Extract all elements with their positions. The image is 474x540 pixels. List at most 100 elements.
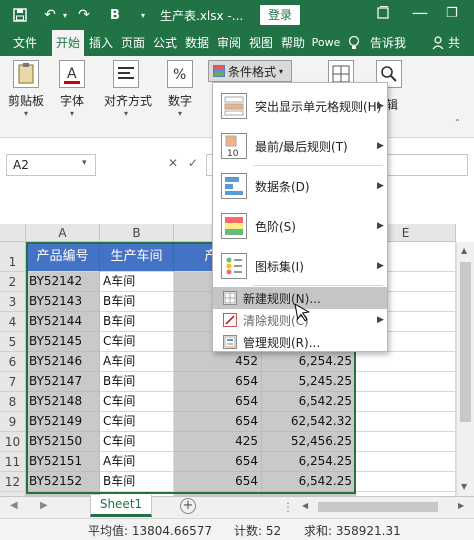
sheet-more-icon[interactable]: ⋮ (282, 500, 294, 514)
tab-page-layout[interactable]: 页面 (118, 30, 148, 56)
tab-power[interactable]: Powe (310, 30, 342, 56)
scroll-up-icon[interactable]: ▲ (461, 246, 467, 255)
undo-icon[interactable]: ↶ (42, 4, 58, 26)
table-cell[interactable]: 5,245.25 (262, 372, 356, 392)
number-group[interactable]: % 数字 ▾ (158, 60, 202, 118)
table-cell[interactable]: 62,542.32 (262, 412, 356, 432)
table-cell[interactable]: 6,254.25 (262, 352, 356, 372)
table-cell[interactable] (356, 352, 456, 372)
table-cell[interactable]: 452 (174, 352, 262, 372)
conditional-format-button[interactable]: 条件格式 ▾ (208, 60, 292, 82)
row-header[interactable]: 11 (0, 452, 26, 472)
chevron-down-icon[interactable]: ▾ (82, 158, 87, 168)
row-header[interactable]: 9 (0, 412, 26, 432)
row-header[interactable]: 2 (0, 272, 26, 292)
table-cell[interactable]: C车间 (100, 392, 174, 412)
tell-me-search[interactable]: 告诉我 (370, 30, 406, 56)
table-cell[interactable]: A车间 (100, 452, 174, 472)
table-cell[interactable]: 654 (174, 452, 262, 472)
table-cell[interactable] (356, 452, 456, 472)
table-cell[interactable] (356, 432, 456, 452)
table-cell[interactable]: BY52147 (26, 372, 100, 392)
row-header[interactable]: 10 (0, 432, 26, 452)
collapse-ribbon-icon[interactable]: ⌃ (454, 118, 461, 127)
scroll-thumb[interactable] (460, 262, 471, 422)
table-cell[interactable]: BY52152 (26, 472, 100, 492)
table-cell[interactable]: B车间 (100, 472, 174, 492)
tab-home[interactable]: 开始 (52, 30, 84, 56)
table-cell[interactable] (356, 392, 456, 412)
table-cell[interactable]: BY52145 (26, 332, 100, 352)
table-cell[interactable]: 425 (174, 432, 262, 452)
table-cell[interactable]: BY52143 (26, 292, 100, 312)
font-group[interactable]: A 字体 ▾ (50, 60, 94, 118)
table-cell[interactable]: BY52149 (26, 412, 100, 432)
menu-item-top-bottom-rules[interactable]: 10 最前/最后规则(T) ▶ (213, 127, 387, 165)
table-cell[interactable]: C车间 (100, 412, 174, 432)
column-header-a[interactable]: A (26, 224, 100, 242)
select-all-corner[interactable] (0, 224, 26, 242)
save-icon[interactable] (10, 4, 30, 26)
sheet-tab-sheet1[interactable]: Sheet1 (90, 495, 152, 517)
user-icon[interactable] (432, 30, 444, 56)
table-cell[interactable]: BY52150 (26, 432, 100, 452)
window-restore-button[interactable]: ❐ (446, 6, 458, 21)
scroll-down-icon[interactable]: ▼ (461, 482, 467, 491)
table-cell[interactable]: BY52146 (26, 352, 100, 372)
tab-data[interactable]: 数据 (182, 30, 212, 56)
table-cell[interactable]: B车间 (100, 292, 174, 312)
row-header[interactable]: 4 (0, 312, 26, 332)
undo-dropdown-icon[interactable]: ▾ (60, 4, 70, 26)
table-cell[interactable]: 654 (174, 472, 262, 492)
horizontal-scrollbar[interactable]: ◀ ▶ (300, 500, 470, 514)
horizontal-scroll-thumb[interactable] (318, 502, 438, 512)
tab-help[interactable]: 帮助 (278, 30, 308, 56)
scroll-right-icon[interactable]: ▶ (458, 501, 464, 510)
table-cell[interactable] (356, 372, 456, 392)
tab-file[interactable]: 文件 (6, 30, 44, 56)
table-cell[interactable]: 6,254.25 (262, 452, 356, 472)
window-minimize-button[interactable]: — (412, 3, 428, 22)
tab-formulas[interactable]: 公式 (150, 30, 180, 56)
table-cell[interactable]: 52,456.25 (262, 432, 356, 452)
menu-item-icon-sets[interactable]: 图标集(I) ▶ (213, 247, 387, 285)
row-header[interactable]: 12 (0, 472, 26, 492)
table-cell[interactable]: B车间 (100, 312, 174, 332)
prev-sheet-icon[interactable]: ◀ (10, 500, 18, 511)
clipboard-group[interactable]: 剪贴板 ▾ (4, 60, 48, 118)
table-header-cell[interactable]: 生产车间 (100, 242, 174, 272)
minimize-icon[interactable] (376, 3, 390, 27)
redo-icon[interactable]: ↷ (76, 4, 92, 26)
tab-insert[interactable]: 插入 (86, 30, 116, 56)
alignment-group[interactable]: 对齐方式 ▾ (104, 60, 152, 118)
table-cell[interactable]: C车间 (100, 332, 174, 352)
table-cell[interactable] (356, 412, 456, 432)
table-cell[interactable]: BY52142 (26, 272, 100, 292)
row-header[interactable]: 3 (0, 292, 26, 312)
table-cell[interactable]: 6,542.25 (262, 392, 356, 412)
menu-item-data-bars[interactable]: 数据条(D) ▶ (213, 167, 387, 205)
tab-review[interactable]: 审阅 (214, 30, 244, 56)
row-header[interactable]: 8 (0, 392, 26, 412)
scroll-left-icon[interactable]: ◀ (302, 501, 308, 510)
table-cell[interactable]: 654 (174, 372, 262, 392)
table-cell[interactable]: BY52144 (26, 312, 100, 332)
table-cell[interactable]: BY52148 (26, 392, 100, 412)
table-cell[interactable]: 6,542.25 (262, 472, 356, 492)
table-cell[interactable]: B车间 (100, 372, 174, 392)
add-sheet-button[interactable]: + (180, 498, 196, 514)
tab-view[interactable]: 视图 (246, 30, 276, 56)
table-cell[interactable]: A车间 (100, 272, 174, 292)
table-cell[interactable]: A车间 (100, 352, 174, 372)
cancel-icon[interactable]: ✕ (168, 156, 178, 170)
share-button[interactable]: 共 (448, 30, 460, 56)
menu-item-highlight-rules[interactable]: 突出显示单元格规则(H) ▶ (213, 87, 387, 125)
row-header[interactable]: 7 (0, 372, 26, 392)
login-button[interactable]: 登录 (260, 5, 300, 25)
next-sheet-icon[interactable]: ▶ (40, 500, 48, 511)
table-cell[interactable] (356, 472, 456, 492)
lightbulb-icon[interactable] (348, 30, 360, 56)
enter-icon[interactable]: ✓ (188, 156, 198, 170)
customize-qat-icon[interactable]: ▾ (138, 4, 148, 26)
vertical-scrollbar[interactable]: ▲ ▼ (456, 242, 474, 496)
